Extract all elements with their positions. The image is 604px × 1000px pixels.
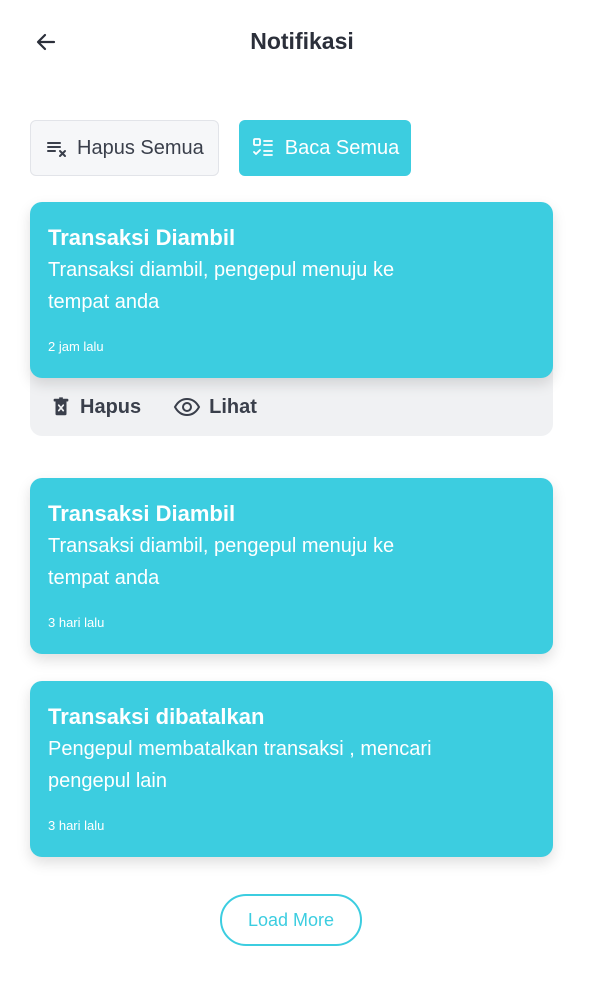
eye-icon xyxy=(173,397,201,417)
page-title: Notifikasi xyxy=(250,28,354,54)
clear-all-icon xyxy=(47,142,66,157)
delete-button[interactable]: Hapus xyxy=(50,396,141,419)
notification-time: 3 hari lalu xyxy=(48,818,105,833)
notification-card[interactable]: Transaksi Diambil Transaksi diambil, pen… xyxy=(30,202,553,378)
read-all-label: Baca Semua xyxy=(284,136,400,159)
notification-item: Transaksi Diambil Transaksi diambil, pen… xyxy=(30,478,553,654)
delete-label: Hapus xyxy=(80,395,142,418)
notification-card[interactable]: Transaksi Diambil Transaksi diambil, pen… xyxy=(30,478,553,654)
notification-body: Pengepul membatalkan transaksi , mencari… xyxy=(48,738,432,792)
read-all-button[interactable]: Baca Semua xyxy=(238,120,412,176)
notification-card[interactable]: Transaksi dibatalkan Pengepul membatalka… xyxy=(30,681,553,857)
view-button[interactable]: Lihat xyxy=(173,395,257,419)
notification-item: Transaksi dibatalkan Pengepul membatalka… xyxy=(30,681,553,857)
bulk-actions: Hapus Semua Baca Semua xyxy=(30,120,412,176)
header: Notifikasi xyxy=(0,0,604,84)
notification-body: Transaksi diambil, pengepul menuju ke te… xyxy=(48,535,395,589)
notification-body: Transaksi diambil, pengepul menuju ke te… xyxy=(48,259,395,313)
notification-title: Transaksi Diambil xyxy=(48,225,236,250)
checklist-icon xyxy=(252,138,273,156)
view-label: Lihat xyxy=(209,395,257,418)
notification-time: 3 hari lalu xyxy=(48,615,105,630)
notification-item: Transaksi Diambil Transaksi diambil, pen… xyxy=(30,202,553,436)
clear-all-button[interactable]: Hapus Semua xyxy=(30,120,219,176)
notification-title: Transaksi dibatalkan xyxy=(48,704,265,729)
notification-title: Transaksi Diambil xyxy=(48,501,236,526)
clear-all-label: Hapus Semua xyxy=(77,136,204,159)
trash-icon xyxy=(53,397,69,416)
notification-time: 2 jam lalu xyxy=(48,339,104,354)
load-more-button[interactable]: Load More xyxy=(220,894,362,946)
